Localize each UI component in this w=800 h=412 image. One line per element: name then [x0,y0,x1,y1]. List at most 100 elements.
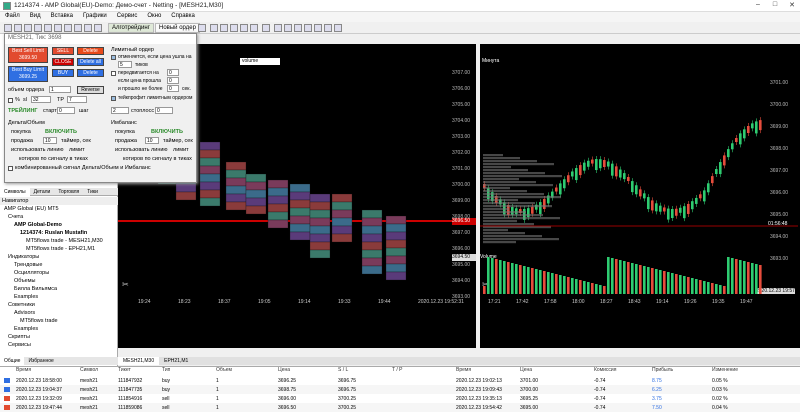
imb-use-line[interactable]: использовать линию [115,147,168,153]
column-header[interactable]: Объем [216,367,232,373]
tab-ticks[interactable]: Тики [83,188,102,196]
tab-details[interactable]: Детали [30,188,55,196]
best-sell-limit-button[interactable]: Best Sell Limit 3699.50 [8,47,48,63]
step-input[interactable]: 2 [111,107,129,114]
text-icon[interactable] [304,24,312,32]
buy-button[interactable]: BUY [52,69,74,77]
signals-icon[interactable] [84,24,92,32]
menu-help[interactable]: Справка [166,12,200,20]
delta-sell-radio[interactable]: продажа [11,138,33,144]
tree-item[interactable]: 1214374: Ruslan Mustafin [20,230,87,236]
cancel-checkbox[interactable] [111,55,116,60]
volume-input[interactable]: 1 [49,86,71,93]
table-row[interactable]: 2020.12.23 19:32:09 mesh21 111854916 sell 1 3… [0,394,800,403]
stoploss-input[interactable]: 0 [155,107,173,114]
tree-item[interactable]: Индикаторы [8,254,39,260]
buy-sell-icon[interactable] [198,24,206,32]
tab-common[interactable]: Общие [0,357,25,365]
profiles-icon[interactable] [14,24,22,32]
terminal-icon[interactable] [44,24,52,32]
new-order-button[interactable]: Новый ордер [155,23,200,33]
tree-item[interactable]: Examples [14,294,38,300]
tree-item[interactable]: Сервисы [8,342,31,348]
metaeditor-icon[interactable] [64,24,72,32]
delete-buy-button[interactable]: Delete [77,69,104,77]
column-header[interactable]: Тип [162,367,170,373]
tree-item[interactable]: MT5flows trade [20,318,58,324]
menu-charts[interactable]: Графики [78,12,112,20]
delta-buy-radio[interactable]: покупка [11,129,31,135]
pct-checkbox[interactable] [8,98,13,103]
imb-enable-checkbox[interactable]: ВКЛЮЧИТЬ [151,129,183,135]
tab-mesh21[interactable]: MESH21,M30 [118,357,160,365]
column-header[interactable]: Тикет [118,367,131,373]
delta-timer-input[interactable]: 10 [43,137,57,144]
market-watch-icon[interactable] [24,24,32,32]
best-buy-limit-button[interactable]: Best Buy Limit 3699.25 [8,66,48,82]
tree-item[interactable]: Билла Вильямса [14,286,57,292]
reverse-button[interactable]: Reverse [77,86,104,94]
table-row[interactable]: 2020.12.23 19:04:37 mesh21 111847735 buy 1 36… [0,385,800,394]
menu-tools[interactable]: Сервис [112,12,143,20]
tp-limit-checkbox[interactable] [111,96,116,101]
tab-trading[interactable]: Торговля [54,188,83,196]
table-row[interactable]: 2020.12.23 19:47:44 mesh21 111859086 sell 1 3… [0,403,800,412]
tester-icon[interactable] [54,24,62,32]
tp-input[interactable]: 7 [67,96,87,103]
depth-icon[interactable] [74,24,82,32]
tab-favorites[interactable]: Избранное [24,357,57,365]
delta-use-line[interactable]: использовать линию [11,147,64,153]
column-header[interactable]: Комиссия [594,367,616,373]
column-header[interactable]: T / P [392,367,402,373]
zoom-out-icon[interactable] [220,24,228,32]
delete-sell-button[interactable]: Delete [77,47,104,55]
new-chart-icon[interactable] [4,24,12,32]
within-input[interactable]: 0 [167,85,179,92]
tree-item[interactable]: AMP Global (EU) MT5 [4,206,59,212]
column-header[interactable]: Изменение [712,367,738,373]
tab-symbols[interactable]: Символы [0,188,30,196]
delta-limit[interactable]: лимит [69,147,85,153]
hline-icon[interactable] [294,24,302,32]
imb-timer-input[interactable]: 10 [145,137,159,144]
move-input[interactable]: 0 [167,69,179,76]
tree-item[interactable]: Объемы [14,278,35,284]
tree-item[interactable]: Советники [8,302,35,308]
imb-limit[interactable]: лимит [173,147,189,153]
column-header[interactable]: Время [16,367,31,373]
tree-item[interactable]: Advisors [14,310,35,316]
tree-item[interactable]: Осцилляторы [14,270,49,276]
arrow-icon[interactable] [314,24,322,32]
column-header[interactable]: S / L [338,367,348,373]
column-header[interactable]: Цена [278,367,290,373]
sl-input[interactable]: 32 [31,96,51,103]
move-checkbox[interactable] [111,71,116,76]
zoom-in-icon[interactable] [210,24,218,32]
tree-item[interactable]: Examples [14,326,38,332]
tab-eph21[interactable]: EPH21,M1 [159,357,193,365]
fib-icon[interactable] [324,24,332,32]
tree-item[interactable]: MT5flows trade - EPH21,M1 [26,246,95,252]
menu-insert[interactable]: Вставка [46,12,78,20]
algo-trading-button[interactable]: Алготрейдинг [108,23,154,33]
maximize-button[interactable]: □ [767,1,783,11]
imb-buy-radio[interactable]: покупка [115,129,135,135]
tree-item[interactable]: AMP Global-Demo [14,222,62,228]
imb-sell-radio[interactable]: продажа [115,138,137,144]
delta-enable-checkbox[interactable]: ВКЛЮЧИТЬ [45,129,77,135]
trendline-icon[interactable] [284,24,292,32]
close-position-button[interactable]: CLOSE [52,58,74,66]
tree-item[interactable]: Трендовые [14,262,42,268]
line-chart-icon[interactable] [250,24,258,32]
bar-chart-icon[interactable] [230,24,238,32]
tree-item[interactable]: MT5flows trade - MESH21,M30 [26,238,103,244]
start-input[interactable]: 0 [57,107,75,114]
tree-item[interactable]: Счета [8,214,23,220]
tree-item[interactable]: Скрипты [8,334,30,340]
minimize-button[interactable]: – [750,1,766,11]
menu-file[interactable]: Файл [0,12,25,20]
close-button[interactable]: ✕ [784,1,800,11]
combined-checkbox[interactable] [8,166,13,171]
navigator-icon[interactable] [34,24,42,32]
market-icon[interactable] [94,24,102,32]
